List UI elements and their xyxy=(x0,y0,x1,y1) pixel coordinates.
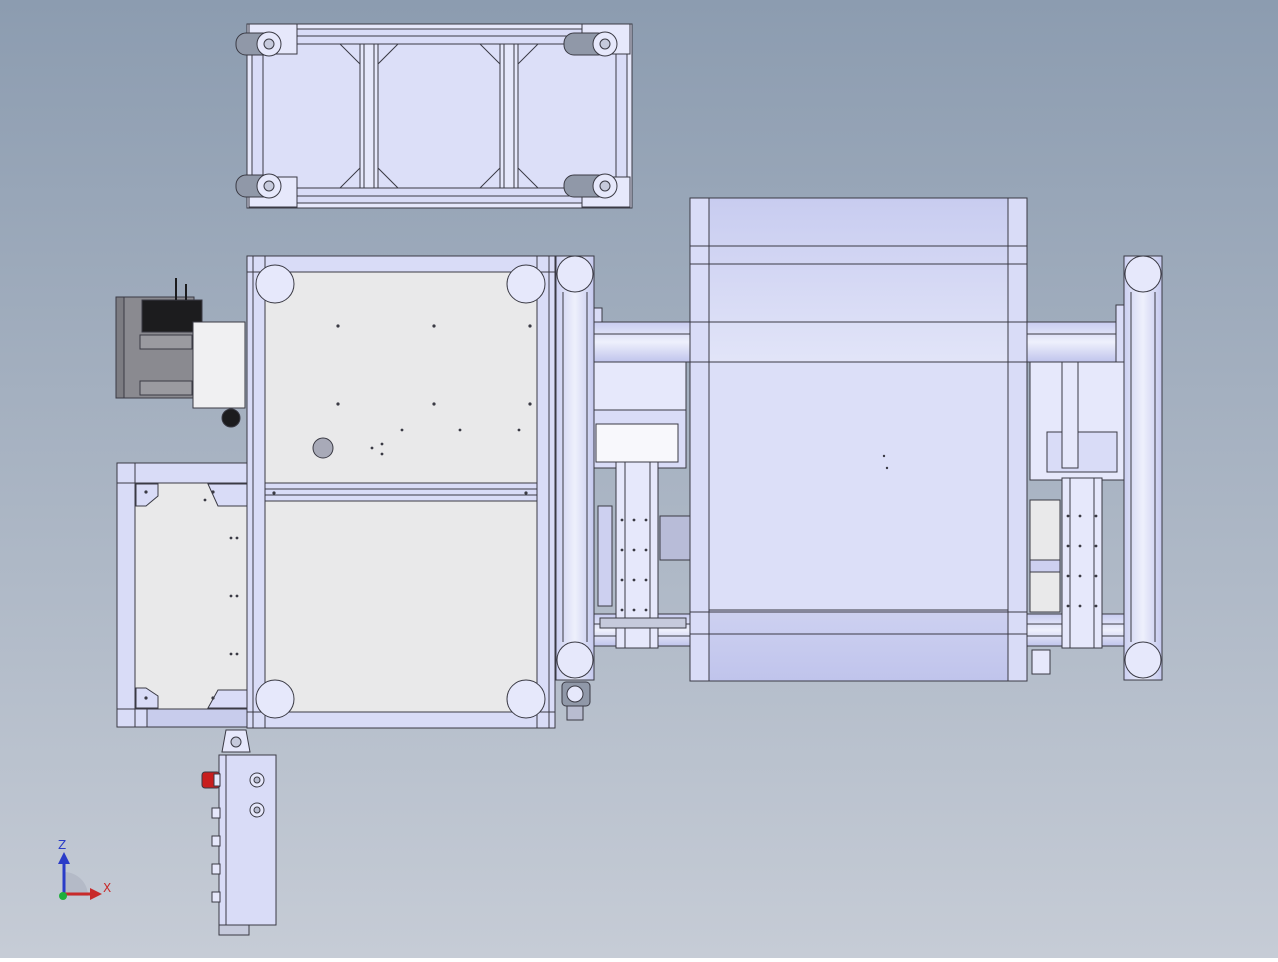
control-box xyxy=(211,729,277,936)
enclosure-housing xyxy=(689,197,1028,682)
triad-y-axis xyxy=(59,892,67,900)
caster-wheel xyxy=(563,31,618,57)
emergency-stop-button xyxy=(201,771,221,789)
cad-viewport[interactable]: Z X xyxy=(0,0,1278,958)
side-extension-frame xyxy=(116,462,250,728)
caster-wheel xyxy=(563,173,618,199)
triad-z-label: Z xyxy=(58,838,67,852)
caster-wheel xyxy=(235,31,282,57)
triad-x-label: X xyxy=(103,881,112,895)
main-base-frame xyxy=(246,255,556,729)
assembly-top-view xyxy=(0,0,1278,958)
caster-wheel xyxy=(235,173,282,199)
